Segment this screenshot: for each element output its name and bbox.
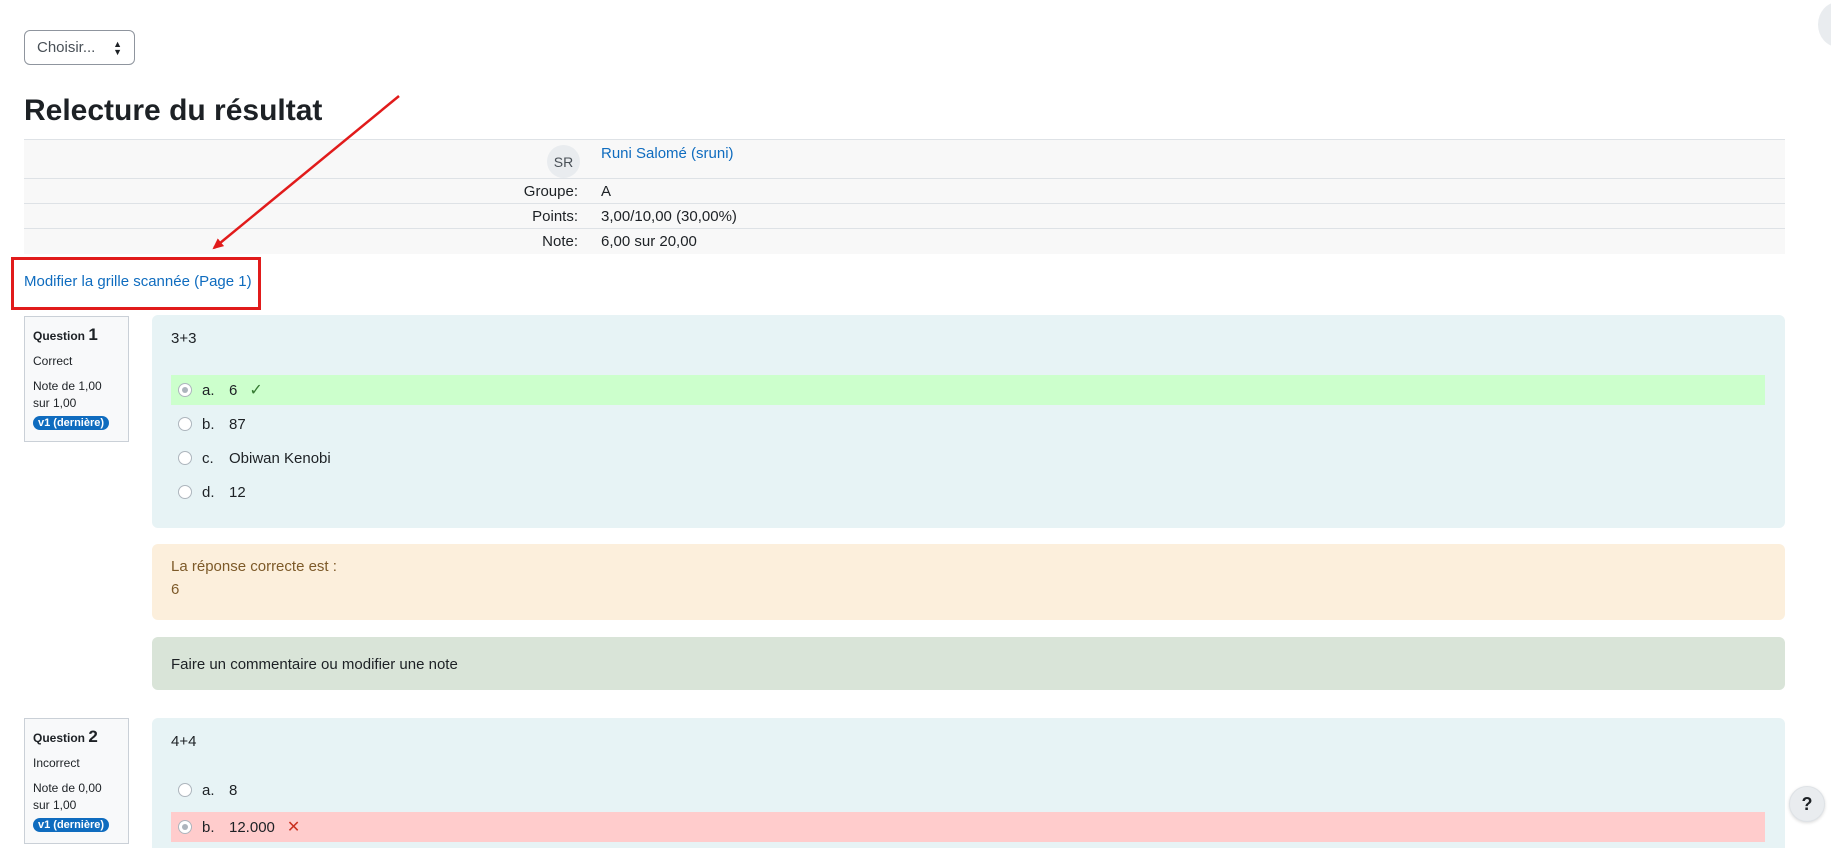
question-text: 4+4	[171, 733, 197, 750]
avatar: SR	[547, 145, 580, 178]
answer-option: c. Obiwan Kenobi	[171, 443, 1765, 473]
summary-row-points: Points: 3,00/10,00 (30,00%)	[24, 203, 1785, 229]
answer-option: a. 6 ✓	[171, 375, 1765, 405]
answer-option: b. 12.000 ✕	[171, 812, 1765, 842]
help-button[interactable]: ?	[1789, 786, 1825, 822]
answer-letter: a.	[202, 781, 215, 799]
question-text: 3+3	[171, 330, 197, 347]
summary-label: Points:	[532, 207, 578, 225]
question-1-formulation: 3+3 a. 6 ✓ b. 87 c. Obiwan Kenobi d. 12	[152, 315, 1785, 528]
question-number: 2	[88, 727, 98, 746]
question-grade: Note de 1,00 sur 1,00	[33, 379, 102, 410]
answer-letter: c.	[202, 449, 214, 467]
navigation-select-value: Choisir...	[37, 39, 96, 56]
answer-letter: b.	[202, 415, 215, 433]
version-badge: v1 (dernière)	[33, 818, 110, 832]
answer-letter: b.	[202, 818, 215, 836]
summary-row-user: SR Runi Salomé (sruni)	[24, 139, 1785, 179]
version-badge: v1 (dernière)	[33, 416, 110, 430]
question-grade: Note de 0,00 sur 1,00	[33, 781, 102, 812]
page-title: Relecture du résultat	[24, 94, 323, 127]
question-number: 1	[88, 325, 98, 344]
summary-label: Groupe:	[523, 182, 578, 200]
radio-button[interactable]	[178, 383, 192, 397]
summary-value: A	[601, 182, 612, 200]
answer-letter: d.	[202, 483, 215, 501]
cross-icon: ✕	[286, 819, 301, 836]
check-icon: ✓	[249, 382, 263, 399]
summary-row-group: Groupe: A	[24, 178, 1785, 204]
question-label: Question	[33, 329, 86, 343]
answer-text: 12.000	[229, 818, 275, 836]
feedback-heading: La réponse correcte est :	[171, 558, 337, 575]
user-profile-link[interactable]: Runi Salomé (sruni)	[601, 145, 734, 162]
radio-button[interactable]	[178, 485, 192, 499]
navigation-select[interactable]: Choisir... ▲ ▼	[24, 30, 135, 65]
comment-link[interactable]: Faire un commentaire ou modifier une not…	[171, 656, 458, 673]
feedback-answer: 6	[171, 581, 180, 598]
answer-text: 8	[229, 781, 238, 799]
answer-letter: a.	[202, 381, 215, 399]
summary-value: 3,00/10,00 (30,00%)	[601, 207, 737, 225]
question-label: Question	[33, 731, 86, 745]
answer-option: d. 12	[171, 477, 1765, 507]
summary-value: 6,00 sur 20,00	[601, 232, 697, 250]
radio-button[interactable]	[178, 783, 192, 797]
radio-button[interactable]	[178, 451, 192, 465]
question-state: Incorrect	[33, 756, 80, 770]
answer-text: 12	[229, 483, 246, 501]
attempt-summary-table: SR Runi Salomé (sruni) Groupe: A Points:…	[24, 139, 1785, 254]
edit-scanned-grid-link[interactable]: Modifier la grille scannée (Page 1)	[24, 273, 252, 290]
radio-button[interactable]	[178, 820, 192, 834]
summary-label: Note:	[542, 232, 578, 250]
question-2-info: Question 2 Incorrect Note de 0,00 sur 1,…	[24, 718, 129, 844]
answer-text: 6	[229, 381, 238, 399]
select-caret-icon: ▲ ▼	[113, 38, 122, 57]
answer-text: 87	[229, 415, 246, 433]
summary-row-grade: Note: 6,00 sur 20,00	[24, 228, 1785, 254]
answer-option: a. 8	[171, 775, 1765, 805]
answer-text: Obiwan Kenobi	[229, 449, 331, 467]
user-menu-avatar[interactable]	[1818, 2, 1831, 47]
question-1-feedback: La réponse correcte est : 6	[152, 544, 1785, 620]
question-1-comment: Faire un commentaire ou modifier une not…	[152, 637, 1785, 690]
radio-button[interactable]	[178, 417, 192, 431]
question-state: Correct	[33, 354, 73, 368]
question-1-info: Question 1 Correct Note de 1,00 sur 1,00…	[24, 316, 129, 442]
question-2-formulation: 4+4 a. 8 b. 12.000 ✕	[152, 718, 1785, 848]
answer-option: b. 87	[171, 409, 1765, 439]
